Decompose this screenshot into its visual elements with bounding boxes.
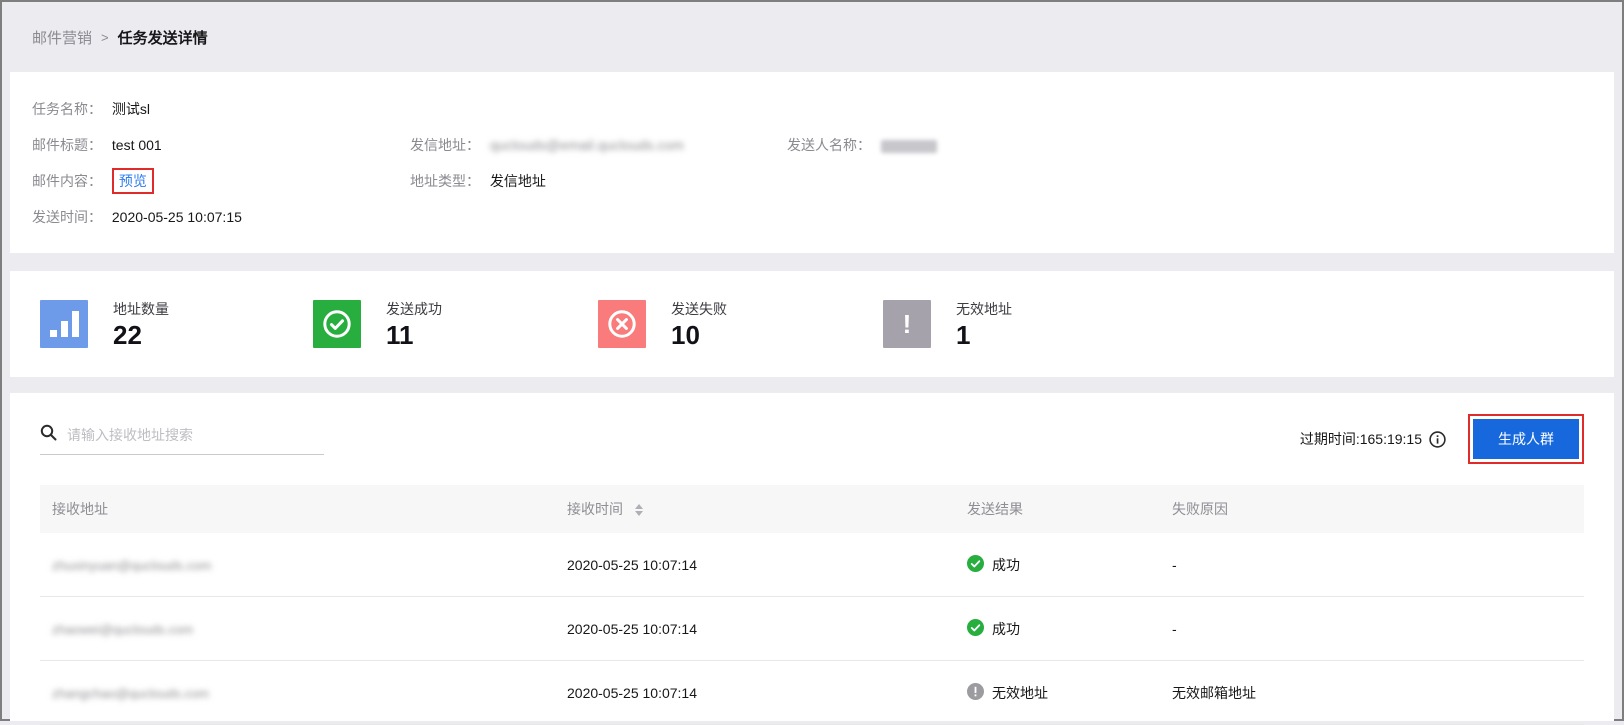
fail-reason: 无效邮箱地址 — [1172, 684, 1256, 701]
success-icon — [967, 618, 984, 639]
stat-label: 地址数量 — [113, 300, 169, 317]
result-text: 成功 — [992, 556, 1020, 573]
header-receive-time[interactable]: 接收时间 — [555, 485, 955, 533]
search-icon — [40, 424, 57, 446]
send-time-label: 发送时间： — [32, 209, 102, 225]
search-box[interactable] — [40, 424, 324, 455]
invalid-icon — [967, 682, 984, 703]
receive-time: 2020-05-25 10:07:14 — [567, 620, 697, 637]
table-row: zhaowei@quclouds.com 2020-05-25 10:07:14… — [40, 597, 1584, 661]
stats-panel: 地址数量 22 发送成功 11 发送失败 10 ! 无效地址 1 — [10, 271, 1614, 377]
fail-reason: - — [1172, 556, 1177, 573]
recipients-panel: 过期时间:165:19:15 生成人群 接收地址 接收时间 发送结果 失败原因 — [10, 393, 1614, 725]
preview-link-highlight: 预览 — [111, 168, 154, 194]
task-name-label: 任务名称： — [32, 101, 102, 117]
header-send-result: 发送结果 — [967, 501, 1023, 517]
recipients-table: 接收地址 接收时间 发送结果 失败原因 zhuxinyuan@quclouds.… — [40, 485, 1584, 725]
result-text: 成功 — [992, 620, 1020, 637]
breadcrumb-current: 任务发送详情 — [117, 29, 208, 47]
header-fail-reason: 失败原因 — [1172, 501, 1228, 517]
sender-name-label: 发送人名称： — [787, 137, 871, 153]
stat-address-count: 地址数量 22 — [40, 299, 313, 350]
result-text: 无效地址 — [992, 684, 1048, 701]
send-time-value: 2020-05-25 10:07:15 — [111, 209, 242, 225]
task-name-value: 测试sl — [111, 101, 151, 117]
from-address-label: 发信地址： — [410, 137, 480, 153]
generate-audience-button[interactable]: 生成人群 — [1473, 419, 1579, 459]
table-toolbar: 过期时间:165:19:15 生成人群 — [40, 393, 1584, 485]
stat-value: 22 — [113, 319, 142, 350]
info-icon[interactable] — [1429, 430, 1446, 448]
address-type-label: 地址类型： — [410, 173, 480, 189]
stat-label: 发送成功 — [386, 300, 442, 317]
receive-time: 2020-05-25 10:07:14 — [567, 684, 697, 701]
breadcrumb-separator: > — [101, 29, 109, 45]
recipient-address: zhaowei@quclouds.com — [52, 621, 194, 637]
recipient-address: zhuxinyuan@quclouds.com — [52, 557, 212, 573]
stat-send-success: 发送成功 11 — [313, 299, 598, 350]
preview-link[interactable]: 预览 — [119, 173, 147, 189]
header-recipient-address: 接收地址 — [52, 501, 108, 517]
address-type-value: 发信地址 — [489, 173, 546, 189]
breadcrumb: 邮件营销 > 任务发送详情 — [2, 2, 1622, 72]
x-circle-icon — [598, 300, 646, 348]
sender-name-value-redacted — [880, 139, 937, 153]
receive-time: 2020-05-25 10:07:14 — [567, 556, 697, 573]
search-input[interactable] — [67, 426, 324, 443]
expiry-time: 过期时间:165:19:15 — [1299, 431, 1422, 447]
subject-label: 邮件标题： — [32, 137, 102, 153]
stat-label: 发送失败 — [671, 300, 727, 317]
sort-icon[interactable] — [634, 504, 643, 517]
table-row: zhangchao@quclouds.com 2020-05-25 10:07:… — [40, 661, 1584, 725]
exclamation-icon: ! — [883, 300, 931, 348]
content-label: 邮件内容： — [32, 173, 102, 189]
generate-button-highlight: 生成人群 — [1468, 414, 1584, 464]
success-icon — [967, 554, 984, 575]
recipient-address: zhangchao@quclouds.com — [52, 685, 210, 701]
stat-invalid-address: ! 无效地址 1 — [883, 299, 1168, 350]
fail-reason: - — [1172, 620, 1177, 637]
task-info-panel: 任务名称： 测试sl 邮件标题： test 001 发信地址： quclouds… — [10, 72, 1614, 253]
check-circle-icon — [313, 300, 361, 348]
stat-value: 11 — [386, 319, 414, 350]
from-address-value: quclouds@email.quclouds.com — [489, 137, 684, 153]
table-header-row: 接收地址 接收时间 发送结果 失败原因 — [40, 485, 1584, 533]
subject-value: test 001 — [111, 137, 162, 153]
table-row: zhuxinyuan@quclouds.com 2020-05-25 10:07… — [40, 533, 1584, 597]
stat-label: 无效地址 — [956, 300, 1012, 317]
bar-chart-icon — [40, 300, 88, 348]
stat-value: 1 — [956, 319, 971, 350]
stat-send-failed: 发送失败 10 — [598, 299, 883, 350]
stat-value: 10 — [671, 319, 700, 350]
breadcrumb-parent[interactable]: 邮件营销 — [32, 27, 92, 48]
